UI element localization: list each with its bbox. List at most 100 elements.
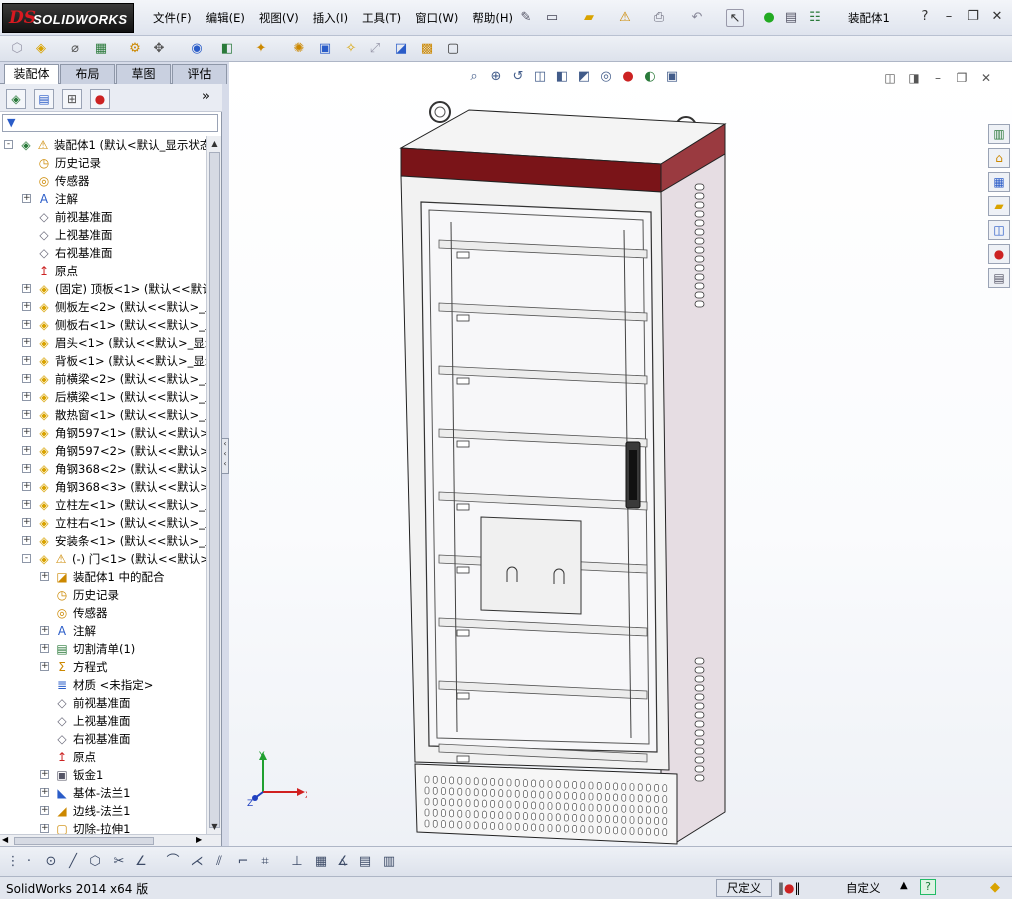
expand-icon[interactable]: +	[22, 392, 31, 401]
pin-icon[interactable]: ✎	[517, 9, 535, 27]
resources-icon[interactable]: ▥	[988, 124, 1010, 144]
home-icon[interactable]: ⌂	[988, 148, 1010, 168]
trim-icon[interactable]: ✂	[110, 853, 128, 871]
tree-node[interactable]: + ◈ 背板<1> (默认<<默认>_显示状	[0, 352, 206, 370]
tree-node[interactable]: ◎ 传感器	[0, 604, 206, 622]
configurationmanager-tab-icon[interactable]: ⊞	[62, 89, 82, 109]
reference-geometry-icon[interactable]: ✦	[252, 40, 270, 58]
line-icon[interactable]: ╱	[64, 853, 82, 871]
tree-node[interactable]: ↥ 原点	[0, 748, 206, 766]
tree-node[interactable]: ≣ 材质 <未指定>	[0, 676, 206, 694]
explode-line-icon[interactable]: ⤢	[366, 40, 384, 58]
panel-collapse-handle[interactable]: ‹ ‹ ‹	[221, 438, 229, 474]
tree-node[interactable]: ◇ 右视基准面	[0, 730, 206, 748]
angle-icon[interactable]: ∡	[334, 853, 352, 871]
displaymanager-tab-icon[interactable]: ●	[90, 89, 110, 109]
tree-node[interactable]: ◇ 前视基准面	[0, 208, 206, 226]
expand-icon[interactable]: +	[22, 284, 31, 293]
expand-icon[interactable]: +	[40, 644, 49, 653]
tree-node[interactable]: + ◈ 角钢597<2> (默认<<默认>_显	[0, 442, 206, 460]
view-palette-icon[interactable]: ◫	[988, 220, 1010, 240]
menu-insert[interactable]: 插入(I)	[306, 9, 355, 27]
edit-component-icon[interactable]: ⬡	[8, 40, 26, 58]
units-selector[interactable]: 自定义	[846, 880, 881, 896]
propertymanager-tab-icon[interactable]: ▤	[34, 89, 54, 109]
open-icon[interactable]: ▰	[580, 9, 598, 27]
tree-node[interactable]: ◷ 历史记录	[0, 154, 206, 172]
new-document-icon[interactable]: ▭	[543, 9, 561, 27]
layout-table-icon[interactable]: ▥	[380, 853, 398, 871]
menu-help[interactable]: 帮助(H)	[465, 9, 520, 27]
polygon-icon[interactable]: ⬡	[86, 853, 104, 871]
expand-icon[interactable]: +	[22, 302, 31, 311]
expand-icon[interactable]: +	[40, 770, 49, 779]
tree-node[interactable]: ◇ 上视基准面	[0, 226, 206, 244]
tree-node[interactable]: + ▢ 切除-拉伸1	[0, 820, 206, 834]
tree-horizontal-scrollbar[interactable]: ◀ ▶	[0, 834, 221, 846]
tree-node[interactable]: ◎ 传感器	[0, 172, 206, 190]
featuremanager-tab-icon[interactable]: ◈	[6, 89, 26, 109]
scroll-up-icon[interactable]: ▲	[208, 137, 221, 150]
tree-node[interactable]: + ◈ 角钢368<2> (默认<<默认>_显	[0, 460, 206, 478]
tree-vertical-scrollbar[interactable]: ▲ ▼	[206, 136, 221, 834]
move-component-icon[interactable]: ✥	[150, 40, 168, 58]
menu-file[interactable]: 文件(F)	[146, 9, 199, 27]
menu-edit[interactable]: 编辑(E)	[199, 9, 252, 27]
expand-icon[interactable]: +	[22, 320, 31, 329]
tree-node[interactable]: + Σ 方程式	[0, 658, 206, 676]
solidworks-logo[interactable]: DS SOLIDWORKS	[2, 3, 134, 33]
tree-node[interactable]: + ◣ 基体-法兰1	[0, 784, 206, 802]
center-rectangle-icon[interactable]: ⌗	[256, 853, 274, 871]
tree-node[interactable]: - ◈ ⚠ 装配体1 (默认<默认_显示状态-	[0, 136, 206, 154]
fillet-icon[interactable]: ⌒	[164, 853, 182, 871]
expand-icon[interactable]: +	[40, 806, 49, 815]
collapse-icon[interactable]: -	[22, 554, 31, 563]
expand-icon[interactable]: +	[22, 446, 31, 455]
units-field[interactable]: 尺定义	[716, 879, 772, 897]
tree-node[interactable]: ◷ 历史记录	[0, 586, 206, 604]
tab-evaluate[interactable]: 评估	[172, 64, 227, 84]
menu-tools[interactable]: 工具(T)	[355, 9, 408, 27]
tab-layout[interactable]: 布局	[60, 64, 115, 84]
options-icon[interactable]: ☷	[806, 9, 824, 27]
expand-chevron-icon[interactable]: »	[202, 89, 210, 104]
grid-icon[interactable]: ▦	[312, 853, 330, 871]
point-icon[interactable]: ·	[20, 853, 38, 871]
rebuild-warning-icon[interactable]: ⚠	[616, 9, 634, 27]
expand-icon[interactable]: +	[22, 464, 31, 473]
centerline-icon[interactable]: ∠	[132, 853, 150, 871]
update-speedpak-icon[interactable]: ▩	[418, 40, 436, 58]
insert-component-icon[interactable]: ◈	[32, 40, 50, 58]
tree-node[interactable]: + ▣ 钣金1	[0, 766, 206, 784]
tree-node[interactable]: -◈ ⚠ (-) 门<1> (默认<<默认>_显	[0, 550, 206, 568]
expand-icon[interactable]: +	[22, 194, 31, 203]
tree-filter[interactable]: ▼	[2, 114, 218, 132]
tree-node[interactable]: + ◈ 角钢368<3> (默认<<默认>_显	[0, 478, 206, 496]
scroll-right-icon[interactable]: ▶	[196, 835, 202, 844]
design-library-icon[interactable]: ▦	[988, 172, 1010, 192]
tree-node[interactable]: + ◪ 装配体1 中的配合	[0, 568, 206, 586]
tree-node[interactable]: + ◈ 安装条<1> (默认<<默认>_显示	[0, 532, 206, 550]
tree-node[interactable]: + ◈ (固定) 顶板<1> (默认<<默认>_	[0, 280, 206, 298]
smart-fasteners-icon[interactable]: ⚙	[126, 40, 144, 58]
exploded-view-icon[interactable]: ✧	[342, 40, 360, 58]
tree-node[interactable]: + ◈ 立柱右<1> (默认<<默认>_显示	[0, 514, 206, 532]
tree-node[interactable]: + ◈ 后横梁<1> (默认<<默认>_显示	[0, 388, 206, 406]
file-explorer-icon[interactable]: ▰	[988, 196, 1010, 216]
menu-window[interactable]: 窗口(W)	[408, 9, 465, 27]
collapse-icon[interactable]: -	[4, 140, 13, 149]
linear-pattern-icon[interactable]: ▦	[92, 40, 110, 58]
smart-dimension-icon[interactable]: ⊥	[288, 853, 306, 871]
convert-entities-icon[interactable]: ⋌	[188, 853, 206, 871]
corner-rectangle-icon[interactable]: ⌐	[234, 853, 252, 871]
bill-of-materials-icon[interactable]: ▣	[316, 40, 334, 58]
units-up-arrow-icon[interactable]: ▲	[900, 880, 908, 891]
expand-icon[interactable]: +	[40, 572, 49, 581]
tree-node[interactable]: + A 注解	[0, 190, 206, 208]
circle-icon[interactable]: ⊙	[42, 853, 60, 871]
tree-node[interactable]: + ◈ 前横梁<2> (默认<<默认>_显示	[0, 370, 206, 388]
select-icon[interactable]: ↖	[726, 9, 744, 27]
tree-node[interactable]: + ◈ 散热窗<1> (默认<<默认>_显示	[0, 406, 206, 424]
instant3d-icon[interactable]: ◪	[392, 40, 410, 58]
expand-icon[interactable]: +	[22, 428, 31, 437]
